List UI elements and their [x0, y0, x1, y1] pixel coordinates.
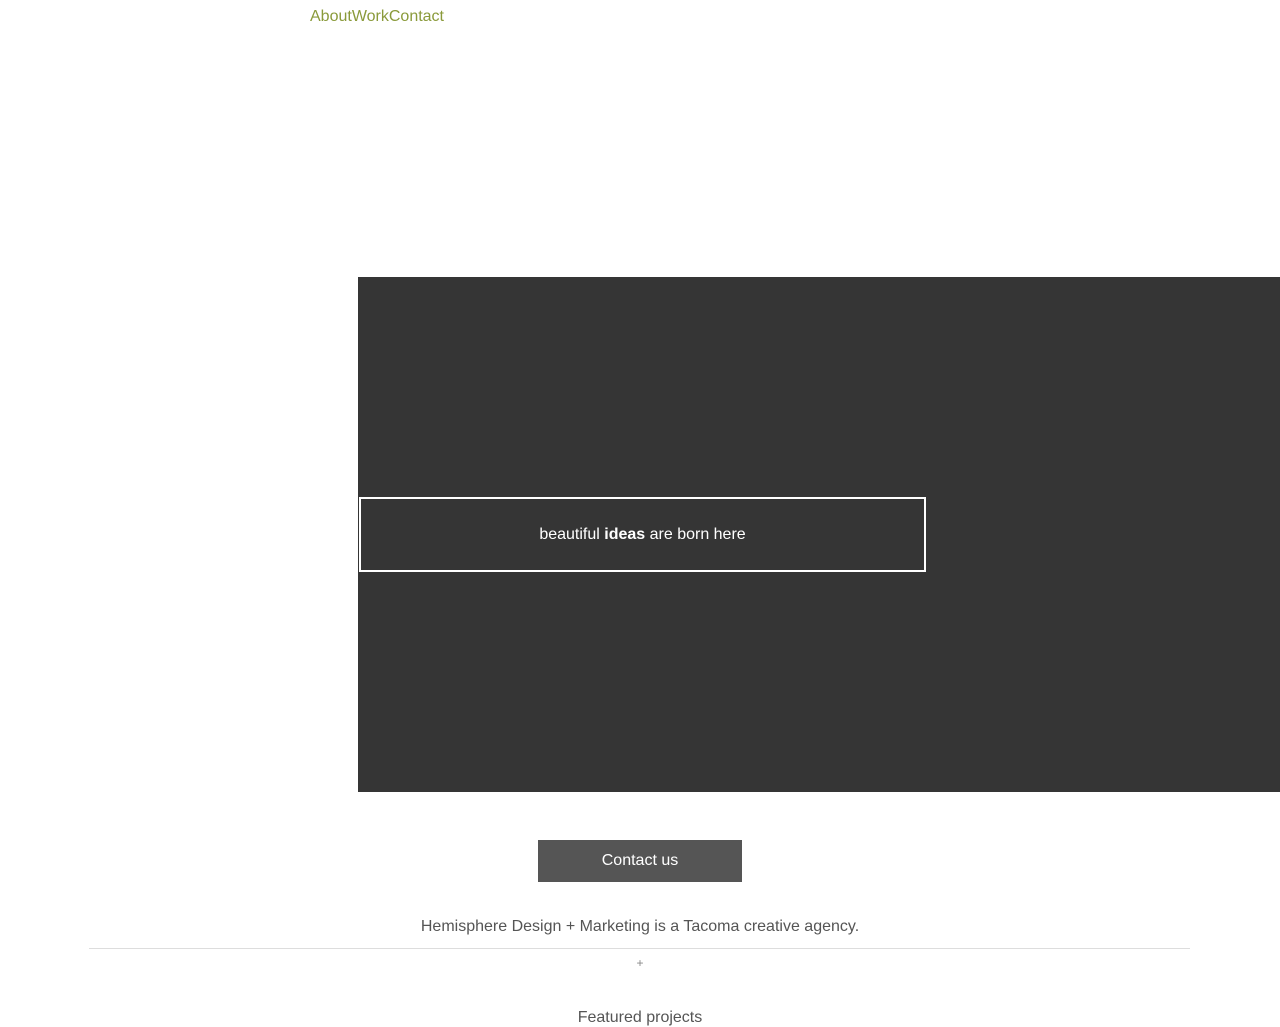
hero-text-bold: ideas: [604, 525, 646, 543]
section-divider: [89, 948, 1190, 949]
agency-tagline: Hemisphere Design + Marketing is a Tacom…: [420, 918, 860, 935]
nav-link-about[interactable]: About: [310, 8, 352, 26]
hero-banner: beautiful ideas are born here: [358, 277, 1280, 792]
featured-projects-heading: Featured projects: [577, 1009, 703, 1026]
divider-plus-icon: +: [636, 956, 644, 970]
nav-link-contact[interactable]: Contact: [389, 8, 444, 26]
main-nav: About Work Contact: [310, 8, 444, 26]
hero-tagline-box: beautiful ideas are born here: [359, 497, 926, 572]
nav-link-work[interactable]: Work: [352, 8, 389, 26]
hero-text-after: are born here: [645, 525, 746, 543]
hero-text-before: beautiful: [539, 525, 605, 543]
contact-us-button[interactable]: Contact us: [538, 840, 742, 882]
